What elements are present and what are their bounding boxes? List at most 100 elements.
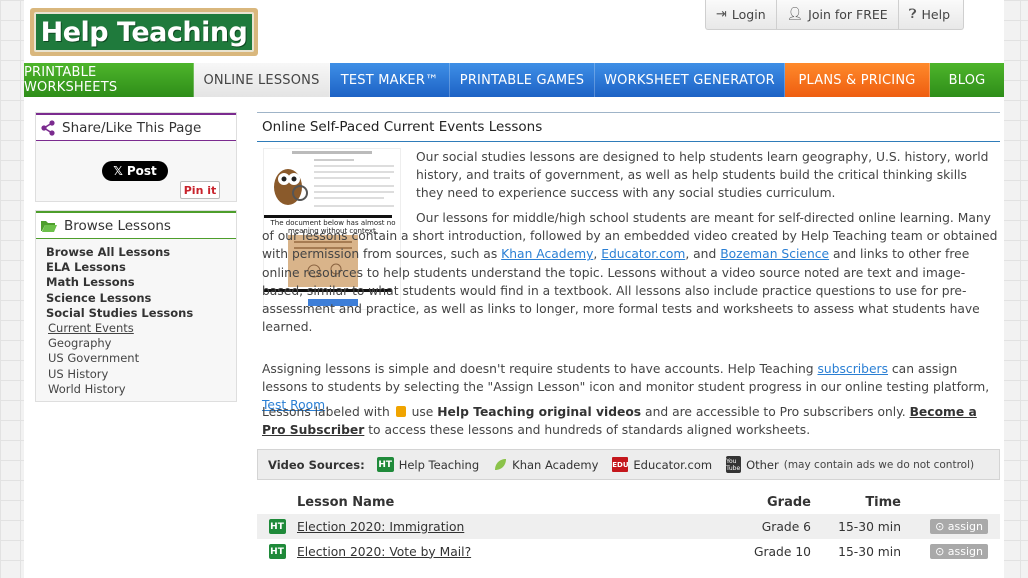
share-icon [41,119,55,136]
question-icon: ❓︎ [908,7,917,22]
x-post-button[interactable]: 𝕏 Post [102,161,168,181]
lesson-link[interactable]: Election 2020: Vote by Mail? [297,545,471,559]
pro-text-b: use [407,405,438,419]
share-title: Share/Like This Page [62,119,202,136]
category-browse-all[interactable]: Browse All Lessons [46,245,236,260]
pro-paragraph: Lessons labeled with use Help Teaching o… [262,403,998,439]
lesson-grade: Grade 6 [761,519,811,534]
page-container: Help Teaching ⇥ Login 👤︎ Join for FREE ❓… [24,0,1004,578]
subscribers-link[interactable]: subscribers [818,362,888,376]
source-help-teaching-label: Help Teaching [398,457,480,472]
login-icon: ⇥ [716,7,727,22]
page-title: Online Self-Paced Current Events Lessons [257,112,1000,142]
assign-button[interactable]: ⊙ assign [930,544,988,559]
video-sources-bar: Video Sources: HT Help Teaching Khan Aca… [257,449,1000,480]
pro-text-bold: Help Teaching original videos [437,405,642,419]
source-other: You Tube Other (may contain ads we do no… [726,456,974,473]
category-math[interactable]: Math Lessons [46,275,236,290]
source-khan-label: Khan Academy [512,457,599,472]
row-icon-cell: HT [257,544,297,559]
source-other-note: (may contain ads we do not control) [783,458,975,471]
subcategory-geography[interactable]: Geography [46,336,236,351]
subcategory-current-events[interactable]: Current Events [46,321,236,336]
lesson-time: 15-30 min [838,519,901,534]
help-teaching-icon: HT [376,457,394,472]
nav-printable-games[interactable]: PRINTABLE GAMES [450,63,595,97]
source-help-teaching: HT Help Teaching [376,457,480,472]
subcategory-us-government[interactable]: US Government [46,351,236,366]
educator-icon: EDU [612,457,629,472]
row-name-cell: Election 2020: Immigration [297,520,709,534]
join-label: Join for FREE [808,7,888,22]
intro-paragraph: Our social studies lessons are designed … [416,150,989,201]
nav-online-lessons[interactable]: ONLINE LESSONS [194,63,330,97]
help-teaching-icon: HT [268,544,286,559]
row-action-cell: ⊙ assign [901,519,1000,534]
table-row: HT Election 2020: Immigration Grade 6 15… [257,514,1000,539]
category-science[interactable]: Science Lessons [46,291,236,306]
lessons-paragraph: Our lessons for middle/high school stude… [262,209,998,336]
row-icon-cell: HT [257,519,297,534]
lesson-category-list: Browse All Lessons ELA Lessons Math Less… [36,239,236,397]
pro-text-d: to access these lessons and hundreds of … [364,423,811,438]
table-header: Lesson Name Grade Time [257,490,1000,514]
header-time: Time [865,494,901,510]
source-khan-academy: Khan Academy [493,458,598,472]
help-label: Help [921,7,951,22]
source-educator: EDU Educator.com [612,457,712,472]
row-action-cell: ⊙ assign [901,544,1000,559]
assign-button[interactable]: ⊙ assign [930,519,988,534]
educator-link[interactable]: Educator.com [601,247,685,261]
source-other-label: Other [746,457,779,472]
share-header: Share/Like This Page [36,113,236,141]
top-links: ⇥ Login 👤︎ Join for FREE ❓︎ Help [705,0,964,30]
clock-icon: ⊙ [935,545,945,558]
main-nav: PRINTABLE WORKSHEETS ONLINE LESSONS TEST… [24,63,1004,97]
main-content: Online Self-Paced Current Events Lessons [257,112,1000,559]
assign-label: assign [947,520,983,533]
header-grade: Grade [767,494,811,510]
join-link[interactable]: 👤︎ Join for FREE [777,0,899,29]
khan-academy-link[interactable]: Khan Academy [501,247,593,261]
youtube-icon: You Tube [726,456,742,473]
lock-icon [395,406,406,417]
lessons-sep-2: , and [685,247,721,262]
subcategory-us-history[interactable]: US History [46,367,236,382]
nav-plans-pricing[interactable]: PLANS & PRICING [785,63,930,97]
person-icon: 👤︎ [786,7,804,22]
logo-text: Help Teaching [34,12,254,52]
nav-test-maker[interactable]: TEST MAKER™ [330,63,450,97]
header-lesson-name: Lesson Name [297,494,395,510]
assign-text-a: Assigning lessons is simple and doesn't … [262,362,818,376]
lesson-grade: Grade 10 [753,544,811,559]
assign-label: assign [947,545,983,558]
login-link[interactable]: ⇥ Login [706,0,777,29]
help-link[interactable]: ❓︎ Help [899,0,960,29]
pro-text-c: and are accessible to Pro subscribers on… [641,405,910,419]
subcategory-world-history[interactable]: World History [46,382,236,397]
browse-title: Browse Lessons [64,217,171,234]
nav-blog[interactable]: BLOG [930,63,1004,97]
table-row: HT Election 2020: Vote by Mail? Grade 10… [257,539,1000,564]
site-logo[interactable]: Help Teaching [30,8,258,56]
lesson-link[interactable]: Election 2020: Immigration [297,520,464,534]
browse-header: Browse Lessons [36,211,236,239]
folder-open-icon [41,220,57,232]
nav-printable-worksheets[interactable]: PRINTABLE WORKSHEETS [24,63,194,97]
pin-it-button[interactable]: Pin it [180,181,220,199]
help-teaching-icon: HT [268,519,286,534]
pro-text-a: Lessons labeled with [262,405,394,419]
bozeman-science-link[interactable]: Bozeman Science [720,247,829,261]
login-label: Login [731,7,766,22]
x-post-label: Post [126,164,157,178]
clock-icon: ⊙ [935,520,945,533]
category-ela[interactable]: ELA Lessons [46,260,236,275]
x-icon: 𝕏 [113,164,123,178]
browse-lessons-box: Browse Lessons Browse All Lessons ELA Le… [35,210,237,402]
row-name-cell: Election 2020: Vote by Mail? [297,545,709,559]
share-box: Share/Like This Page 𝕏 Post Pin it [35,112,237,202]
category-social-studies[interactable]: Social Studies Lessons [46,306,236,321]
nav-worksheet-generator[interactable]: WORKSHEET GENERATOR [595,63,785,97]
lessons-table: Lesson Name Grade Time HT Election 2020:… [257,490,1000,564]
leaf-icon [495,458,507,470]
